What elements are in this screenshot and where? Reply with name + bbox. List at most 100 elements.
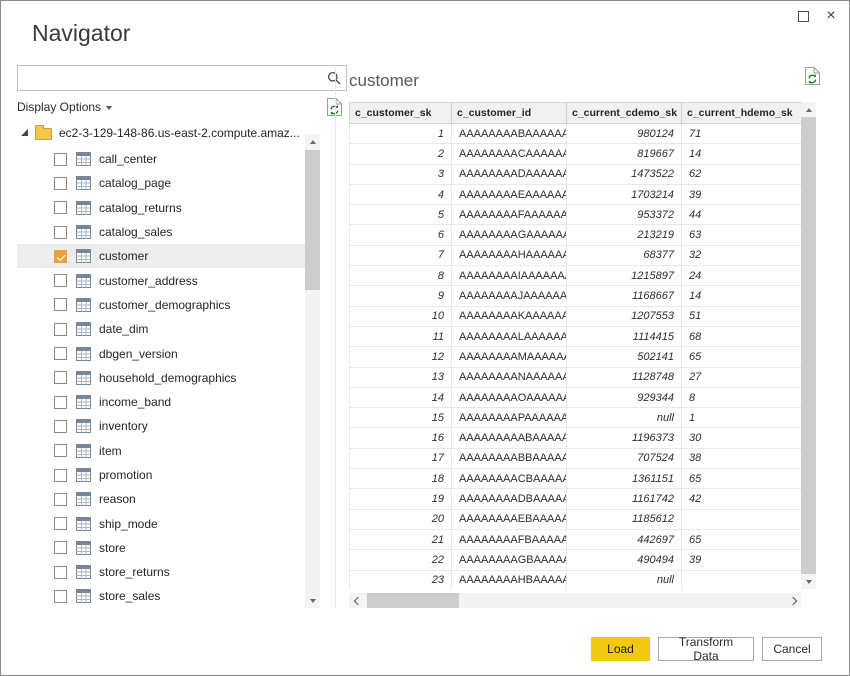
tree-item-reason[interactable]: reason bbox=[17, 487, 305, 511]
table-checkbox[interactable] bbox=[54, 226, 67, 239]
preview-cell: 929344 bbox=[567, 387, 682, 407]
table-checkbox[interactable] bbox=[54, 396, 67, 409]
tree-item-store[interactable]: store bbox=[17, 536, 305, 560]
tree-item-dbgen_version[interactable]: dbgen_version bbox=[17, 341, 305, 365]
preview-cell: AAAAAAAACBAAAAAA bbox=[452, 469, 567, 489]
preview-cell: 27 bbox=[682, 367, 802, 387]
tree-item-item[interactable]: item bbox=[17, 439, 305, 463]
preview-cell: 24 bbox=[682, 266, 802, 286]
triangle-down-icon bbox=[310, 599, 316, 603]
tree-item-catalog_sales[interactable]: catalog_sales bbox=[17, 220, 305, 244]
table-checkbox[interactable] bbox=[54, 298, 67, 311]
table-icon bbox=[76, 541, 91, 555]
tree-item-date_dim[interactable]: date_dim bbox=[17, 317, 305, 341]
preview-row: 3AAAAAAAADAAAAAAA147352262 bbox=[350, 164, 802, 184]
preview-cell: 1361151 bbox=[567, 469, 682, 489]
scroll-thumb[interactable] bbox=[801, 117, 816, 574]
preview-cell: 20 bbox=[350, 509, 452, 529]
tree-item-promotion[interactable]: promotion bbox=[17, 463, 305, 487]
table-checkbox[interactable] bbox=[54, 444, 67, 457]
cancel-button[interactable]: Cancel bbox=[762, 637, 822, 661]
preview-vertical-scrollbar[interactable] bbox=[801, 102, 816, 589]
folder-icon bbox=[35, 128, 52, 140]
preview-cell: 32 bbox=[682, 245, 802, 265]
preview-cell: 11 bbox=[350, 326, 452, 346]
table-checkbox[interactable] bbox=[54, 274, 67, 287]
preview-cell: 18 bbox=[350, 469, 452, 489]
search-input[interactable] bbox=[18, 66, 322, 90]
tree-item-household_demographics[interactable]: household_demographics bbox=[17, 366, 305, 390]
tree-item-store_returns[interactable]: store_returns bbox=[17, 560, 305, 584]
tree-item-income_band[interactable]: income_band bbox=[17, 390, 305, 414]
scroll-left-button[interactable] bbox=[349, 593, 364, 608]
tree-item-inventory[interactable]: inventory bbox=[17, 414, 305, 438]
preview-cell: 23 bbox=[350, 570, 452, 590]
close-button[interactable]: × bbox=[821, 6, 841, 26]
table-checkbox[interactable] bbox=[54, 541, 67, 554]
refresh-document-icon bbox=[804, 73, 821, 88]
table-checkbox[interactable] bbox=[54, 201, 67, 214]
table-checkbox[interactable] bbox=[54, 517, 67, 530]
tree-item-customer_demographics[interactable]: customer_demographics bbox=[17, 293, 305, 317]
table-checkbox[interactable] bbox=[54, 469, 67, 482]
tree-item-catalog_page[interactable]: catalog_page bbox=[17, 171, 305, 195]
preview-cell: AAAAAAAAMAAAAAAA bbox=[452, 347, 567, 367]
tree-item-customer_address[interactable]: customer_address bbox=[17, 268, 305, 292]
tree-item-label: reason bbox=[99, 492, 136, 506]
preview-row: 14AAAAAAAAOAAAAAAA9293448 bbox=[350, 387, 802, 407]
scroll-down-button[interactable] bbox=[801, 574, 816, 589]
table-checkbox[interactable] bbox=[54, 420, 67, 433]
preview-row: 12AAAAAAAAMAAAAAAA50214165 bbox=[350, 347, 802, 367]
preview-cell: AAAAAAAAABAAAAAA bbox=[452, 428, 567, 448]
preview-row: 4AAAAAAAAEAAAAAAA170321439 bbox=[350, 184, 802, 204]
preview-cell: 65 bbox=[682, 529, 802, 549]
preview-cell: 1128748 bbox=[567, 367, 682, 387]
scroll-thumb[interactable] bbox=[305, 150, 320, 290]
table-checkbox[interactable] bbox=[54, 177, 67, 190]
search-icon[interactable] bbox=[322, 71, 346, 85]
table-icon bbox=[76, 419, 91, 433]
scroll-thumb[interactable] bbox=[367, 593, 459, 608]
table-icon bbox=[76, 249, 91, 263]
tree-item-label: catalog_sales bbox=[99, 225, 172, 239]
table-checkbox[interactable] bbox=[54, 590, 67, 603]
tree-item-store_sales[interactable]: store_sales bbox=[17, 584, 305, 608]
scroll-down-button[interactable] bbox=[305, 593, 320, 608]
tree-item-label: promotion bbox=[99, 468, 152, 482]
scroll-up-button[interactable] bbox=[801, 102, 816, 117]
tree-root-server[interactable]: ec2-3-129-148-86.us-east-2.compute.amaz.… bbox=[17, 121, 305, 145]
tree-item-catalog_returns[interactable]: catalog_returns bbox=[17, 196, 305, 220]
preview-cell: null bbox=[567, 408, 682, 428]
table-checkbox[interactable] bbox=[54, 371, 67, 384]
column-header-c_current_hdemo_sk: c_current_hdemo_sk bbox=[682, 103, 802, 124]
table-checkbox[interactable] bbox=[54, 323, 67, 336]
table-checkbox[interactable] bbox=[54, 250, 67, 263]
table-icon bbox=[76, 565, 91, 579]
maximize-button[interactable] bbox=[793, 6, 813, 26]
display-options-button[interactable]: Display Options bbox=[17, 100, 112, 114]
table-checkbox[interactable] bbox=[54, 153, 67, 166]
table-icon bbox=[76, 347, 91, 361]
table-checkbox[interactable] bbox=[54, 347, 67, 360]
preview-cell: 1473522 bbox=[567, 164, 682, 184]
collapse-icon[interactable] bbox=[21, 129, 28, 136]
tree-item-call_center[interactable]: call_center bbox=[17, 147, 305, 171]
preview-horizontal-scrollbar[interactable] bbox=[349, 593, 801, 608]
table-icon bbox=[76, 298, 91, 312]
preview-row: 6AAAAAAAAGAAAAAAA21321963 bbox=[350, 225, 802, 245]
tree-item-label: store_sales bbox=[99, 589, 160, 603]
preview-refresh-button[interactable] bbox=[804, 67, 821, 88]
preview-cell: 1196373 bbox=[567, 428, 682, 448]
preview-row: 1AAAAAAAABAAAAAAA98012471 bbox=[350, 124, 802, 144]
table-checkbox[interactable] bbox=[54, 566, 67, 579]
table-checkbox[interactable] bbox=[54, 493, 67, 506]
tree-item-ship_mode[interactable]: ship_mode bbox=[17, 511, 305, 535]
preview-cell: AAAAAAAADAAAAAAA bbox=[452, 164, 567, 184]
transform-data-button[interactable]: Transform Data bbox=[658, 637, 754, 661]
scroll-up-button[interactable] bbox=[305, 134, 320, 149]
load-button[interactable]: Load bbox=[591, 637, 650, 661]
preview-cell: 1161742 bbox=[567, 489, 682, 509]
sidebar-scrollbar[interactable] bbox=[305, 134, 320, 608]
scroll-right-button[interactable] bbox=[786, 593, 801, 608]
tree-item-customer[interactable]: customer bbox=[17, 244, 305, 268]
